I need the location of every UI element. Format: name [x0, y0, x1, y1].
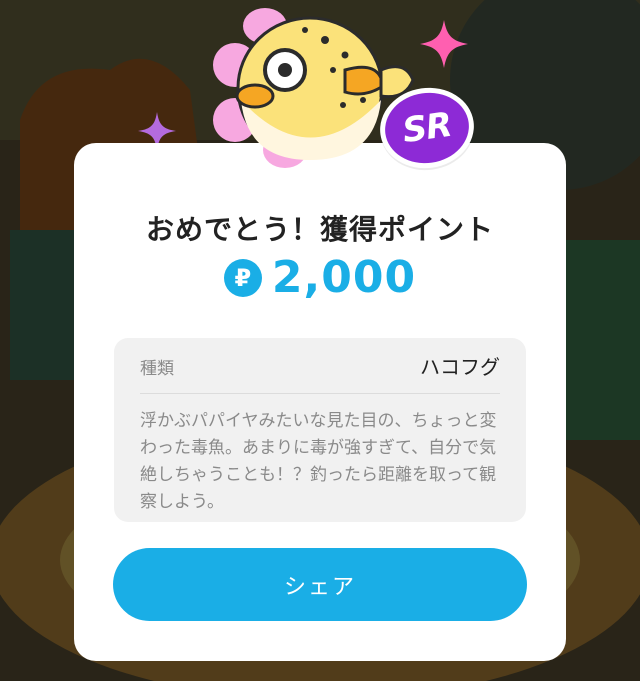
divider [140, 393, 500, 394]
rarity-label: SR [400, 104, 454, 152]
share-button[interactable]: シェア [113, 548, 527, 621]
item-description: 浮かぶパパイヤみたいな見た目の、ちょっと変わった毒魚。あまりに毒が強すぎて、自分… [140, 411, 497, 512]
sparkle-icon [420, 20, 468, 68]
points-earned: ₽ 2,000 [0, 252, 640, 303]
reward-title: おめでとう！獲得ポイント [145, 213, 494, 246]
points-value: 2,000 [271, 252, 417, 303]
category-value: ハコフグ [420, 355, 500, 379]
point-coin-icon: ₽ [223, 258, 262, 297]
category-label: 種類 [140, 359, 174, 379]
